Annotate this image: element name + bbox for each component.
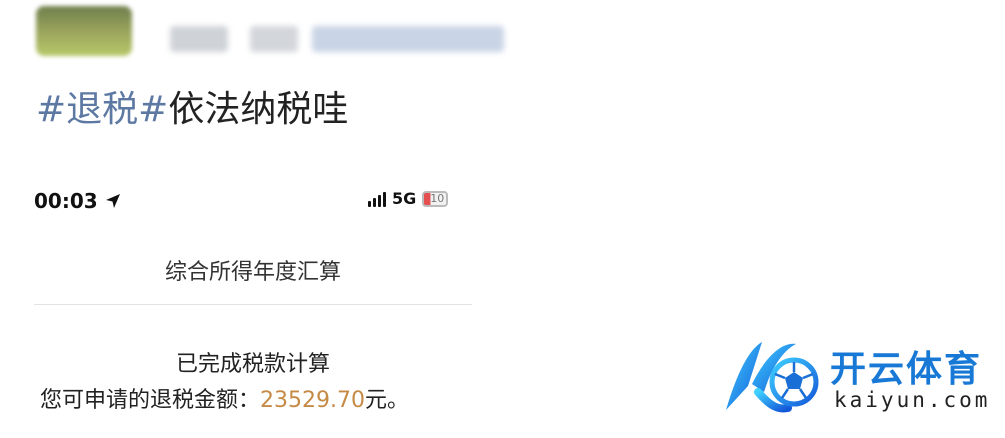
time-label: 00:03 bbox=[34, 189, 98, 213]
status-bar-time: 00:03 bbox=[34, 189, 122, 213]
blurred-meta bbox=[250, 26, 298, 52]
post-body: 依法纳税哇 bbox=[168, 89, 349, 130]
refund-unit: 元。 bbox=[365, 388, 410, 413]
blurred-username bbox=[170, 26, 228, 52]
title-divider bbox=[34, 304, 472, 305]
logo-name-en: kaiyun.com bbox=[834, 388, 991, 412]
watermark-logo: 开云体育 kaiyun.com bbox=[718, 330, 998, 420]
battery-level: 10 bbox=[430, 192, 445, 205]
soccer-ball-logo-icon bbox=[718, 336, 828, 420]
post-text: #退税#依法纳税哇 bbox=[36, 84, 348, 136]
screenshot-page: #退税#依法纳税哇 00:03 5G 10 综合所得年度汇算 已完成税款计算 您… bbox=[0, 0, 1005, 438]
signal-icon bbox=[368, 191, 386, 207]
hashtag-link[interactable]: #退税# bbox=[36, 89, 168, 130]
blurred-source bbox=[312, 26, 504, 52]
refund-amount: 23529.70 bbox=[260, 388, 365, 413]
refund-label: 您可申请的退税金额： bbox=[40, 388, 261, 413]
status-bar-right: 5G 10 bbox=[368, 189, 449, 208]
network-label: 5G bbox=[392, 189, 417, 208]
location-arrow-icon bbox=[104, 192, 122, 210]
avatar[interactable] bbox=[36, 6, 132, 56]
battery-icon: 10 bbox=[422, 190, 449, 207]
refund-line: 您可申请的退税金额：23529.70元。 bbox=[40, 382, 409, 414]
logo-name-cn: 开云体育 bbox=[830, 349, 983, 390]
page-title: 综合所得年度汇算 bbox=[164, 260, 341, 285]
calculation-status: 已完成税款计算 bbox=[175, 352, 330, 377]
